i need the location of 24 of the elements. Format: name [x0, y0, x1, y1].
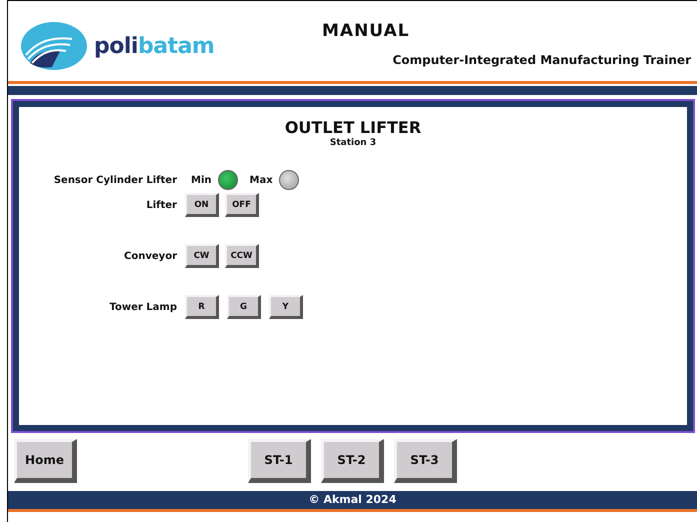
station-button[interactable]: ST-3 — [394, 439, 457, 483]
control-button[interactable]: CCW — [225, 244, 259, 268]
logo-text: polibatam — [94, 34, 214, 58]
footer-copyright: © Akmal 2024 — [8, 491, 697, 512]
header-subtitle: Computer-Integrated Manufacturing Trainer — [392, 53, 691, 67]
control-button[interactable]: ON — [185, 193, 219, 217]
lamp-label: Max — [250, 174, 273, 186]
station-button[interactable]: ST-2 — [321, 439, 384, 483]
control-button[interactable]: Y — [269, 295, 303, 319]
row-label: Conveyor — [123, 250, 177, 262]
control-button[interactable]: OFF — [225, 193, 259, 217]
control-button[interactable]: R — [185, 295, 219, 319]
row-label: Sensor Cylinder Lifter — [52, 174, 177, 186]
lamp-label: Min — [191, 174, 212, 186]
row-label: Lifter — [145, 200, 177, 210]
row-label: Tower Lamp — [108, 302, 177, 312]
logo-icon — [20, 21, 88, 71]
page-title: MANUAL — [322, 21, 410, 41]
control-button[interactable]: CW — [185, 244, 219, 268]
control-button[interactable]: G — [227, 295, 261, 319]
station-label: Station 3 — [328, 138, 378, 148]
station-button[interactable]: ST-1 — [248, 439, 311, 483]
panel-title: OUTLET LIFTER — [284, 118, 422, 137]
home-button[interactable]: Home — [14, 439, 77, 483]
